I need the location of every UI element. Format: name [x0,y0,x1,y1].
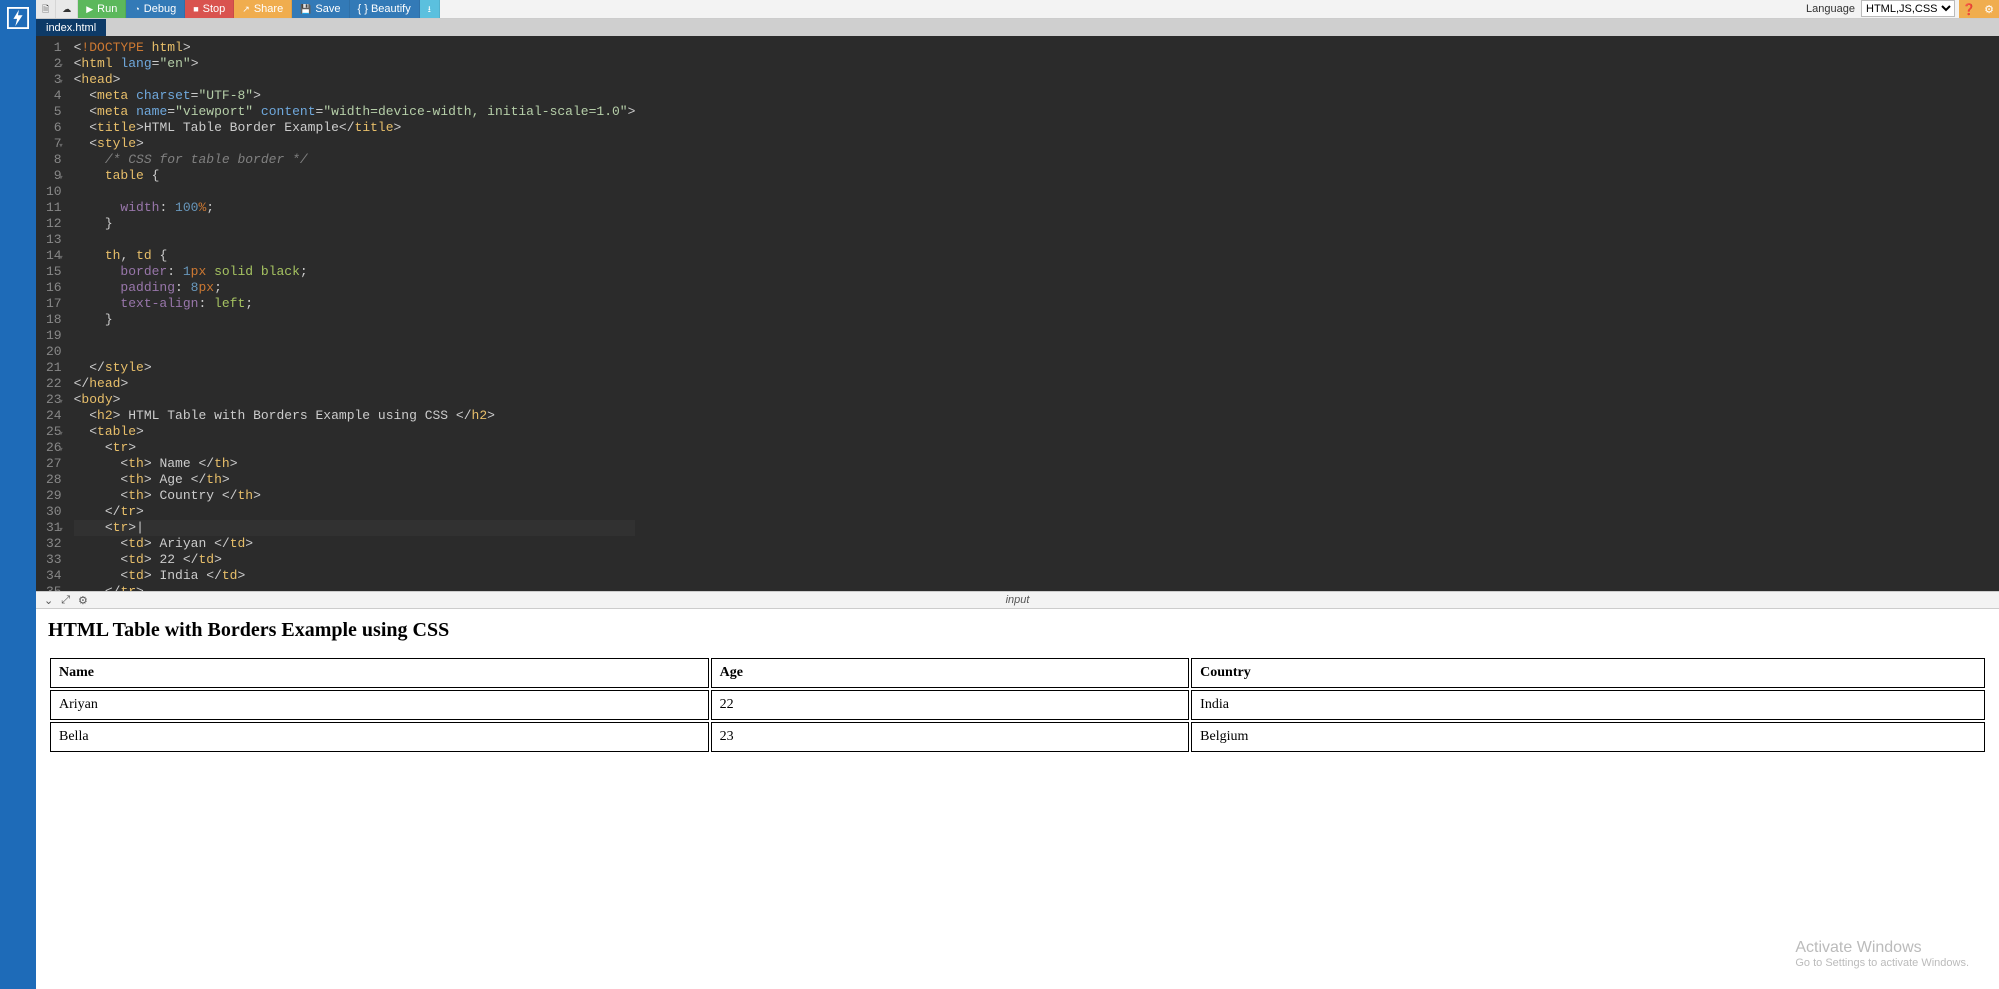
panel-controls: ⌄ ⤢ ⚙ [36,594,88,607]
stop-label: Stop [203,3,226,15]
table-header: Name [50,658,709,688]
stop-icon: ■ [193,5,198,14]
output-heading: HTML Table with Borders Example using CS… [48,619,1987,642]
table-cell: Belgium [1191,722,1985,752]
table-header: Age [711,658,1189,688]
beautify-button[interactable]: { } Beautify [350,0,420,18]
output-table: Name Age Country Ariyan 22 India Bella 2… [48,656,1987,754]
chevron-down-icon[interactable]: ⌄ [44,594,53,607]
table-header-row: Name Age Country [50,658,1985,688]
share-button[interactable]: ↗ Share [234,0,292,18]
toolbar-spacer [440,0,1800,18]
download-icon: ⭳ [428,5,431,14]
tab-index-html[interactable]: index.html [36,19,106,36]
save-button[interactable]: 💾 Save [292,0,349,18]
upload-button[interactable]: ☁ [56,0,78,18]
tab-bar: index.html [36,19,1999,36]
table-header: Country [1191,658,1985,688]
table-cell: 22 [711,690,1189,720]
toolbar: 🗎 ☁ ▶ Run ◔ Debug ■ Stop ↗ Share 💾 Save { } B… [36,0,1999,19]
debug-label: Debug [144,3,176,15]
clock-icon: ◔ [134,5,139,14]
help-button[interactable]: ❓ [1959,0,1979,18]
upload-icon: ☁ [62,5,71,14]
table-row: Bella 23 Belgium [50,722,1985,752]
gear-icon[interactable]: ⚙ [78,594,88,607]
download-button[interactable]: ⭳ [420,0,440,18]
table-cell: Bella [50,722,709,752]
debug-button[interactable]: ◔ Debug [126,0,185,18]
run-label: Run [97,3,117,15]
logo-icon[interactable] [0,0,36,36]
panel-center-label: input [1006,594,1030,606]
output-panel-bar: ⌄ ⤢ ⚙ input [36,591,1999,609]
app-root: 🗎 ☁ ▶ Run ◔ Debug ■ Stop ↗ Share 💾 Save { } B… [0,0,1999,989]
stop-button[interactable]: ■ Stop [185,0,234,18]
tab-label: index.html [46,22,96,34]
language-select[interactable]: HTML,JS,CSS [1861,0,1955,17]
beautify-label: { } Beautify [358,3,411,15]
gear-icon: ⚙ [1984,3,1994,16]
table-cell: 23 [711,722,1189,752]
save-label: Save [315,3,340,15]
table-row: Ariyan 22 India [50,690,1985,720]
editor-gutter: 1234567891011121314151617181920212223242… [36,36,68,591]
expand-icon[interactable]: ⤢ [61,594,70,607]
help-icon: ❓ [1962,3,1976,16]
save-icon: 💾 [300,5,311,14]
play-icon: ▶ [86,5,93,14]
language-label: Language [1800,0,1861,18]
table-cell: India [1191,690,1985,720]
left-rail [0,0,36,989]
output-pane[interactable]: HTML Table with Borders Example using CS… [36,609,1999,989]
run-button[interactable]: ▶ Run [78,0,126,18]
new-file-button[interactable]: 🗎 [36,0,56,18]
share-label: Share [254,3,283,15]
settings-button[interactable]: ⚙ [1979,0,1999,18]
table-cell: Ariyan [50,690,709,720]
editor-code[interactable]: <!DOCTYPE html><html lang="en"><head> <m… [68,36,636,591]
code-editor[interactable]: 1234567891011121314151617181920212223242… [36,36,1999,591]
file-icon: 🗎 [42,5,49,14]
share-icon: ↗ [242,5,250,14]
